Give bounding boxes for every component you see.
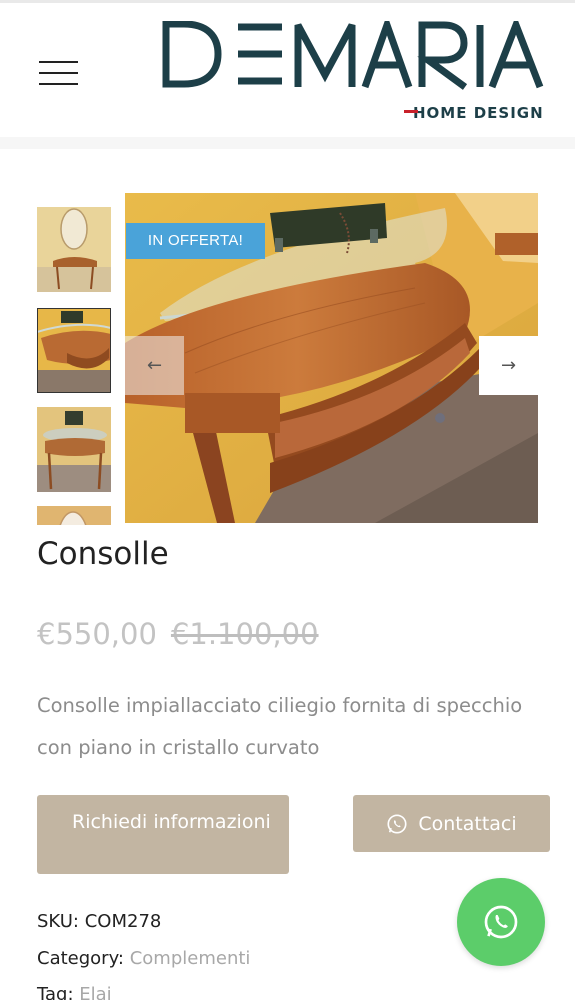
whatsapp-icon (484, 905, 518, 939)
contact-label: Contattaci (418, 812, 517, 835)
hamburger-menu-icon[interactable] (39, 61, 79, 87)
product-price: €550,00 €1.100,00 (37, 617, 319, 651)
sale-price: €550,00 (37, 617, 157, 651)
thumbnail-1[interactable] (37, 207, 111, 292)
site-logo[interactable]: HOME DESIGN (160, 21, 550, 126)
thumbnail-3[interactable] (37, 407, 111, 492)
product-tag: Tag: Elai (37, 984, 112, 1000)
contact-button[interactable]: Contattaci (353, 795, 550, 852)
site-header: HOME DESIGN (0, 3, 575, 137)
arrow-right-icon[interactable]: → (479, 336, 538, 395)
header-separator (0, 137, 575, 149)
logo-wordmark (162, 21, 544, 90)
whatsapp-icon (387, 813, 407, 834)
product-sku: SKU: COM278 (37, 911, 162, 932)
logo-subtitle: HOME DESIGN (404, 104, 544, 122)
original-price: €1.100,00 (170, 617, 319, 651)
request-info-label: Richiedi informazioni (72, 811, 271, 833)
product-main-image[interactable]: IN OFFERTA! ← → (125, 193, 538, 523)
whatsapp-chat-button[interactable] (457, 878, 545, 966)
arrow-left-icon[interactable]: ← (125, 336, 184, 395)
tag-link[interactable]: Elai (79, 984, 111, 1000)
product-title: Consolle (37, 536, 169, 572)
product-description: Consolle impiallacciato ciliegio fornita… (37, 694, 523, 759)
request-info-button[interactable]: Richiedi informazioni (37, 795, 289, 874)
sale-badge: IN OFFERTA! (126, 223, 265, 259)
thumbnail-2[interactable] (37, 308, 111, 393)
product-category: Category: Complementi (37, 948, 251, 969)
thumbnail-strip (37, 207, 111, 525)
thumbnail-4[interactable] (37, 506, 111, 525)
category-link[interactable]: Complementi (130, 948, 251, 969)
